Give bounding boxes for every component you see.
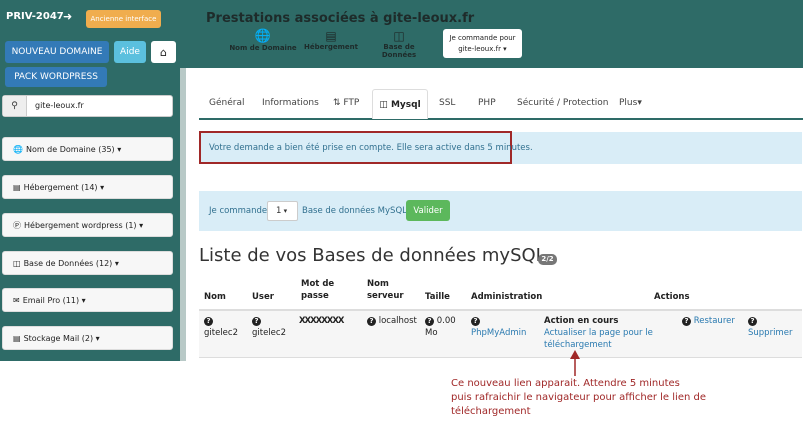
annotation-arrow bbox=[570, 350, 580, 376]
cell-user: ? gitelec2 bbox=[252, 317, 286, 338]
delete-action[interactable]: ? Supprimer bbox=[748, 315, 792, 339]
caret-down-icon: ▾ bbox=[112, 258, 119, 268]
refresh-link-line1[interactable]: Actualiser la page pour le bbox=[544, 327, 653, 339]
database-icon: ◫ bbox=[379, 99, 391, 110]
sidebar-item-mail-storage[interactable]: ▤ Stockage Mail (2) ▾ bbox=[2, 326, 173, 350]
help-icon: ? bbox=[682, 317, 691, 326]
sidebar-item-wordpress-hosting[interactable]: Ⓟ Hébergement wordpress (1) ▾ bbox=[2, 213, 173, 237]
legacy-interface-button[interactable]: Ancienne interface bbox=[86, 10, 161, 28]
order-product-label: Base de données MySQL bbox=[302, 206, 407, 216]
caret-down-icon: ▾ bbox=[79, 295, 86, 305]
wordpress-pack-button[interactable]: PACK WORDPRESS bbox=[5, 67, 107, 87]
database-icon: ◫ bbox=[13, 258, 21, 268]
cell-server: ? localhost bbox=[367, 315, 417, 327]
caret-down-icon: ▾ bbox=[136, 220, 144, 230]
logout-icon[interactable]: ➜ bbox=[63, 10, 72, 23]
home-icon: ⌂ bbox=[160, 45, 167, 59]
count-badge: 2/2 bbox=[538, 254, 557, 265]
col-server: Nom serveur bbox=[367, 279, 404, 301]
quantity-select[interactable]: 1 ▾ bbox=[267, 201, 298, 221]
col-size: Taille bbox=[425, 292, 450, 302]
caret-down-icon: ▾ bbox=[500, 45, 507, 53]
tab-php[interactable]: PHP bbox=[478, 88, 496, 118]
notice-text: Votre demande a bien été prise en compte… bbox=[209, 143, 533, 153]
sidebar-divider bbox=[180, 68, 186, 361]
sidebar-item-databases[interactable]: ◫ Base de Données (12) ▾ bbox=[2, 251, 173, 275]
tab-bar-border bbox=[199, 118, 803, 120]
nav-database[interactable]: ◫ Base de Données bbox=[366, 29, 432, 59]
globe-icon: 🌐 bbox=[254, 29, 272, 44]
search-input[interactable]: gite-leoux.fr bbox=[35, 101, 84, 110]
inbox-icon: ▤ bbox=[13, 333, 21, 343]
home-button[interactable]: ⌂ bbox=[151, 41, 176, 63]
col-password: Mot de passe bbox=[301, 279, 335, 301]
section-title: Liste de vos Bases de données mySQL bbox=[199, 245, 546, 266]
sidebar-item-hosting[interactable]: ▤ Hébergement (14) ▾ bbox=[2, 175, 173, 199]
page-title: Prestations associées à gite-leoux.fr bbox=[206, 11, 475, 26]
phpmyadmin-link[interactable]: PhpMyAdmin bbox=[471, 327, 526, 339]
cell-status: Action en cours Actualiser la page pour … bbox=[544, 315, 653, 351]
transfer-icon: ⇅ bbox=[333, 98, 344, 108]
database-icon: ◫ bbox=[393, 29, 405, 43]
sidebar-item-email[interactable]: ✉ Email Pro (11) ▾ bbox=[2, 288, 173, 312]
order-label: Je commande bbox=[209, 206, 268, 216]
annotation-text: Ce nouveau lien apparait. Attendre 5 min… bbox=[451, 378, 706, 417]
globe-icon: 🌐 bbox=[13, 144, 23, 154]
caret-down-icon: ▾ bbox=[637, 98, 642, 108]
server-icon: ▤ bbox=[325, 29, 337, 43]
account-id: PRIV-2047 bbox=[6, 11, 64, 22]
col-user: User bbox=[252, 292, 274, 302]
caret-down-icon: ▾ bbox=[97, 182, 105, 192]
cell-password: XXXXXXXX bbox=[299, 316, 344, 326]
restore-action[interactable]: ? Restaurer bbox=[682, 315, 735, 327]
refresh-link-line2[interactable]: téléchargement bbox=[544, 339, 653, 351]
envelope-icon: ✉ bbox=[13, 295, 20, 305]
help-icon: ? bbox=[425, 317, 434, 326]
tab-more[interactable]: Plus ▾ bbox=[619, 88, 642, 118]
tab-mysql[interactable]: ◫ Mysql bbox=[372, 89, 428, 119]
help-icon: ? bbox=[748, 317, 757, 326]
tab-informations[interactable]: Informations bbox=[262, 88, 319, 118]
nav-hosting[interactable]: ▤ Hébergement bbox=[303, 29, 359, 51]
help-button[interactable]: Aide bbox=[114, 41, 146, 63]
status-text: Action en cours bbox=[544, 316, 619, 326]
order-for-dropdown[interactable]: Je commande pour gite-leoux.fr ▾ bbox=[443, 29, 522, 58]
validate-button[interactable]: Valider bbox=[406, 200, 450, 221]
help-icon: ? bbox=[204, 317, 213, 326]
help-icon: ? bbox=[367, 317, 376, 326]
tab-security[interactable]: Sécurité / Protection bbox=[517, 88, 608, 118]
wordpress-icon: Ⓟ bbox=[13, 220, 21, 230]
tab-ftp[interactable]: ⇅ FTP bbox=[333, 88, 359, 118]
tab-general[interactable]: Général bbox=[209, 88, 244, 118]
server-icon: ▤ bbox=[13, 182, 21, 192]
col-nom: Nom bbox=[204, 292, 226, 302]
caret-down-icon: ▾ bbox=[281, 207, 288, 215]
nav-domain[interactable]: 🌐 Nom de Domaine bbox=[228, 29, 298, 52]
cell-nom: ? gitelec2 bbox=[204, 317, 238, 338]
help-icon: ? bbox=[252, 317, 261, 326]
sidebar-item-domains[interactable]: 🌐 Nom de Domaine (35) ▾ bbox=[2, 137, 173, 161]
col-actions: Actions bbox=[654, 292, 690, 302]
caret-down-icon: ▾ bbox=[114, 144, 122, 154]
tab-ssl[interactable]: SSL bbox=[439, 88, 455, 118]
cell-admin: ? PhpMyAdmin bbox=[471, 315, 526, 339]
new-domain-button[interactable]: NOUVEAU DOMAINE bbox=[5, 41, 109, 63]
help-icon: ? bbox=[471, 317, 480, 326]
search-icon: ⚲ bbox=[3, 96, 27, 116]
search-box: ⚲ gite-leoux.fr bbox=[2, 95, 173, 117]
cell-size: ? 0.00 Mo bbox=[425, 316, 456, 338]
caret-down-icon: ▾ bbox=[93, 333, 100, 343]
col-administration: Administration bbox=[471, 292, 543, 302]
